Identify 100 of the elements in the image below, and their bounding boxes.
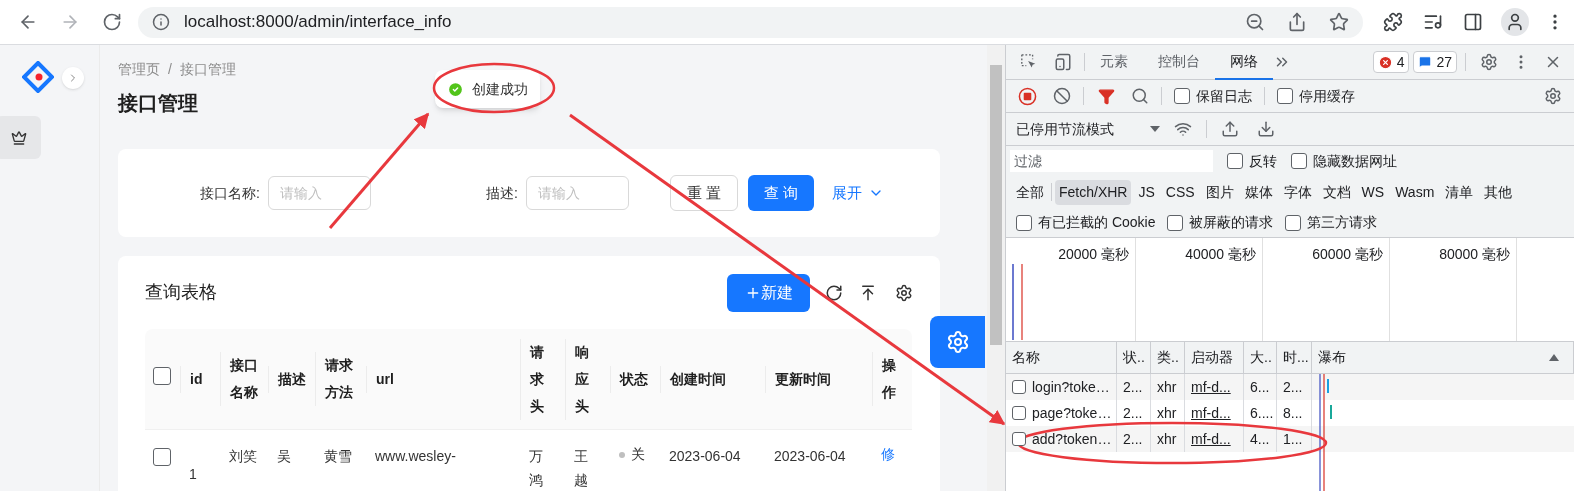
media-icon[interactable] bbox=[1423, 12, 1443, 32]
request-row[interactable]: login?toke… 2... xhr mf-d... 6... 2... bbox=[1006, 374, 1574, 400]
share-icon[interactable] bbox=[1287, 12, 1307, 32]
devtools-tab[interactable]: 控制台 bbox=[1143, 45, 1215, 80]
reset-button[interactable]: 重 置 bbox=[669, 175, 738, 211]
address-bar[interactable]: localhost:8000/admin/interface_info bbox=[138, 6, 1363, 38]
table-cell: 2023-06-04 bbox=[774, 448, 846, 464]
checkbox[interactable] bbox=[1012, 406, 1026, 420]
checkbox[interactable] bbox=[1012, 380, 1026, 394]
column-header: 请求头 bbox=[530, 343, 544, 414]
new-button[interactable]: 新建 bbox=[727, 273, 810, 312]
tick-label: 80000 毫秒 bbox=[1439, 245, 1510, 262]
density-icon[interactable] bbox=[859, 283, 877, 302]
type-filter[interactable]: 媒体 bbox=[1240, 179, 1277, 205]
type-filter[interactable]: Fetch/XHR bbox=[1055, 179, 1132, 205]
option-label: 第三方请求 bbox=[1307, 213, 1378, 232]
query-button[interactable]: 查 询 bbox=[747, 175, 815, 211]
network-conditions-icon[interactable] bbox=[1174, 120, 1192, 138]
edit-link[interactable]: 修 bbox=[881, 446, 895, 462]
export-icon[interactable] bbox=[1257, 120, 1275, 138]
checkbox[interactable] bbox=[1012, 432, 1026, 446]
tick-label: 20000 毫秒 bbox=[1058, 245, 1129, 262]
settings-icon bbox=[945, 330, 970, 354]
select-all-checkbox[interactable] bbox=[153, 367, 171, 385]
column-header[interactable]: 状.. bbox=[1123, 347, 1145, 368]
column-header[interactable]: 瀑布 bbox=[1318, 347, 1346, 368]
checkbox[interactable] bbox=[1285, 214, 1302, 231]
throttling-dropdown[interactable]: 已停用节流模式 bbox=[1016, 118, 1160, 140]
reload-icon[interactable] bbox=[825, 283, 843, 302]
sort-icon[interactable] bbox=[1549, 354, 1559, 361]
column-header[interactable]: 时... bbox=[1283, 347, 1309, 368]
profile-avatar[interactable] bbox=[1501, 8, 1529, 36]
column-header[interactable]: 名称 bbox=[1012, 347, 1040, 368]
request-cell-text: xhr bbox=[1157, 429, 1177, 449]
filter-icon[interactable] bbox=[1098, 87, 1115, 105]
column-header: 请求方法 bbox=[325, 357, 353, 400]
reload-icon bbox=[102, 12, 122, 32]
settings-icon[interactable] bbox=[895, 283, 913, 302]
initiator-link[interactable]: mf-d... bbox=[1191, 402, 1231, 424]
table-cell: 万鸿 bbox=[529, 448, 543, 488]
stop-recording-icon[interactable] bbox=[1018, 86, 1037, 106]
request-row[interactable]: add?token… 2... xhr mf-d... 4... 1... bbox=[1006, 426, 1574, 452]
request-cell-text: 8... bbox=[1283, 403, 1303, 423]
type-filter[interactable]: CSS bbox=[1161, 179, 1199, 205]
breadcrumb-current: 接口管理 bbox=[179, 60, 236, 79]
settings-icon[interactable] bbox=[1480, 53, 1498, 71]
checkbox[interactable] bbox=[1167, 214, 1184, 231]
filter-input[interactable]: 过滤 bbox=[1010, 150, 1213, 172]
logo-icon[interactable] bbox=[21, 61, 54, 93]
breadcrumb-separator: / bbox=[168, 60, 172, 79]
import-icon[interactable] bbox=[1221, 120, 1239, 138]
name-input[interactable]: 请输入 bbox=[267, 176, 371, 210]
success-icon bbox=[447, 80, 464, 98]
column-header[interactable]: 大.. bbox=[1250, 347, 1272, 368]
type-filter[interactable]: 字体 bbox=[1279, 179, 1316, 205]
initiator-link[interactable]: mf-d... bbox=[1191, 428, 1231, 450]
extensions-icon[interactable] bbox=[1383, 12, 1403, 32]
type-filter[interactable]: 图片 bbox=[1201, 179, 1238, 205]
message-badge[interactable]: 27 bbox=[1413, 51, 1457, 73]
device-icon[interactable] bbox=[1054, 53, 1072, 71]
settings-float-button[interactable] bbox=[930, 316, 985, 368]
type-filter[interactable]: JS bbox=[1134, 179, 1159, 205]
devtools-tab[interactable]: 元素 bbox=[1085, 45, 1143, 80]
option-label: 停用缓存 bbox=[1299, 86, 1355, 106]
request-cell-text: xhr bbox=[1157, 377, 1177, 397]
request-cell-text: 6.... bbox=[1250, 403, 1274, 423]
column-header: id bbox=[190, 370, 203, 387]
row-checkbox[interactable] bbox=[153, 448, 171, 466]
scrollbar[interactable] bbox=[987, 45, 1005, 491]
column-header[interactable]: 类.. bbox=[1157, 347, 1179, 368]
expand-link[interactable]: 展开 bbox=[832, 181, 885, 205]
checkbox[interactable] bbox=[1016, 214, 1032, 231]
side-panel-icon[interactable] bbox=[1463, 12, 1483, 32]
info-icon[interactable] bbox=[152, 13, 170, 31]
star-icon[interactable] bbox=[1329, 12, 1349, 32]
checkbox[interactable] bbox=[1174, 88, 1190, 104]
initiator-link[interactable]: mf-d... bbox=[1191, 376, 1231, 398]
type-filter[interactable]: Wasm bbox=[1391, 179, 1439, 205]
error-badge[interactable]: 4 bbox=[1372, 51, 1410, 73]
clear-icon[interactable] bbox=[1053, 87, 1071, 105]
column-header: 操作 bbox=[882, 357, 896, 400]
description-input[interactable]: 请输入 bbox=[525, 176, 629, 210]
type-filter[interactable]: 全部 bbox=[1012, 179, 1048, 205]
column-header[interactable]: 启动器 bbox=[1191, 347, 1233, 368]
checkbox[interactable] bbox=[1227, 153, 1243, 169]
menu-item[interactable] bbox=[0, 116, 41, 159]
devtools-tab[interactable]: 网络 bbox=[1215, 45, 1273, 80]
checkbox[interactable] bbox=[1277, 88, 1293, 104]
type-filter[interactable]: 清单 bbox=[1441, 179, 1478, 205]
request-cell-text: 4... bbox=[1250, 429, 1270, 449]
table-cell: 吴 bbox=[277, 448, 291, 464]
checkbox[interactable] bbox=[1291, 153, 1307, 169]
column-header: 响应头 bbox=[575, 343, 589, 414]
type-filter[interactable]: WS bbox=[1357, 179, 1389, 205]
type-filter[interactable]: 文档 bbox=[1318, 179, 1355, 205]
column-header: 创建时间 bbox=[670, 370, 726, 387]
zoom-out-icon[interactable] bbox=[1245, 12, 1265, 32]
search-icon[interactable] bbox=[1131, 87, 1149, 105]
type-filter[interactable]: 其他 bbox=[1480, 179, 1517, 205]
network-settings-icon[interactable] bbox=[1544, 87, 1562, 105]
